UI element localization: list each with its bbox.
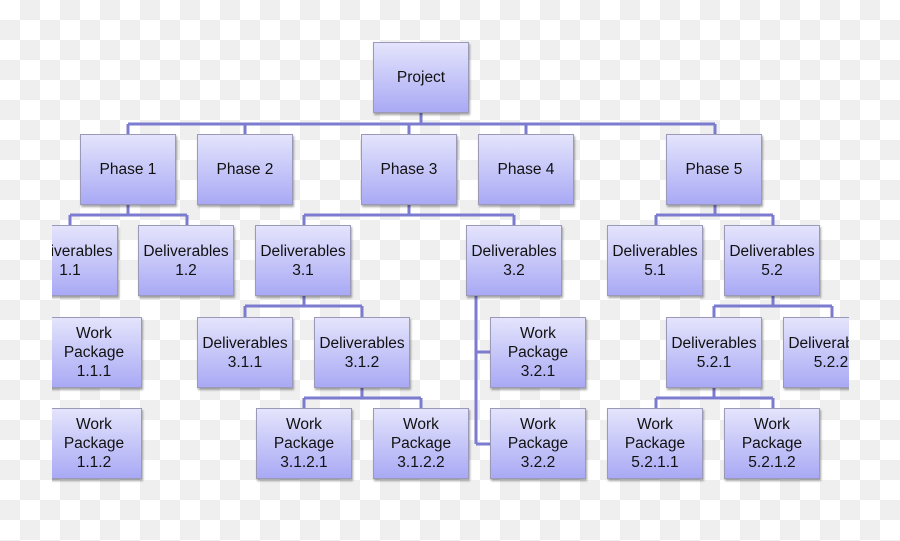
node-d522: Deliverables 5.2.2 <box>783 317 849 388</box>
node-project: Project <box>373 42 469 113</box>
node-d51: Deliverables 5.1 <box>607 225 703 296</box>
connector-2 <box>302 205 516 225</box>
connector-7 <box>712 296 834 317</box>
node-d311: Deliverables 3.1.1 <box>197 317 293 388</box>
node-w322: Work Package 3.2.2 <box>490 408 586 479</box>
connector-5 <box>302 388 423 408</box>
connector-4 <box>243 296 364 317</box>
node-w321: Work Package 3.2.1 <box>490 317 586 388</box>
node-p5: Phase 5 <box>666 134 762 205</box>
connector-6 <box>474 296 490 446</box>
node-w3121: Work Package 3.1.2.1 <box>256 408 352 479</box>
node-d11: Deliverables 1.1 <box>52 225 118 296</box>
node-d12: Deliverables 1.2 <box>138 225 234 296</box>
node-p3: Phase 3 <box>361 134 457 205</box>
connector-3 <box>654 205 775 225</box>
node-w111: Work Package 1.1.1 <box>52 317 142 388</box>
connector-1 <box>68 205 189 225</box>
connector-8 <box>654 388 775 408</box>
node-p2: Phase 2 <box>197 134 293 205</box>
node-d312: Deliverables 3.1.2 <box>314 317 410 388</box>
node-w5211: Work Package 5.2.1.1 <box>607 408 703 479</box>
node-p1: Phase 1 <box>80 134 176 205</box>
node-w3122: Work Package 3.1.2.2 <box>373 408 469 479</box>
node-p4: Phase 4 <box>478 134 574 205</box>
node-d31: Deliverables 3.1 <box>255 225 351 296</box>
node-w5212: Work Package 5.2.1.2 <box>724 408 820 479</box>
wbs-diagram: Project Phase 1 Phase 2 Phase 3 Phase 4 Phase… <box>52 0 849 541</box>
connector-0 <box>126 113 717 134</box>
node-w112: Work Package 1.1.2 <box>52 408 142 479</box>
node-d32: Deliverables 3.2 <box>466 225 562 296</box>
node-d521: Deliverables 5.2.1 <box>666 317 762 388</box>
node-d52: Deliverables 5.2 <box>724 225 820 296</box>
